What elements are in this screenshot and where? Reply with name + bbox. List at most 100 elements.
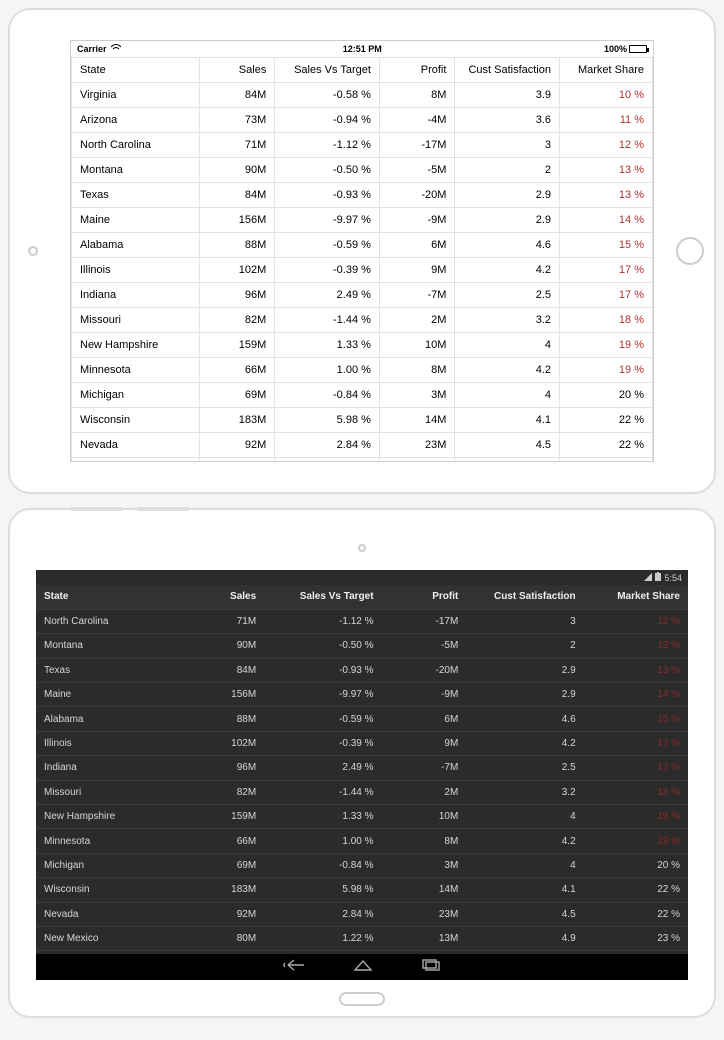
android-camera [358, 544, 366, 552]
col-header-sales[interactable]: Sales [199, 58, 275, 83]
table-row[interactable]: North Carolina71M-1.12 %-17M312 % [72, 133, 653, 158]
cell-market-share: 17 % [560, 258, 653, 283]
table-row[interactable]: Alabama88M-0.59 %6M4.615 % [72, 233, 653, 258]
table-row[interactable]: Minnesota66M1.00 %8M4.219 % [36, 829, 688, 853]
cell-cust-satisfaction: 4.5 [455, 433, 560, 458]
table-row[interactable]: New Hampshire159M1.33 %10M419 % [36, 805, 688, 829]
table-row[interactable]: Texas84M-0.93 %-20M2.913 % [36, 658, 688, 682]
cell-sales-vs-target: -0.93 % [275, 183, 380, 208]
col-header-state[interactable]: State [36, 585, 179, 609]
cell-market-share: 12 % [560, 133, 653, 158]
ipad-device-frame: Carrier 12:51 PM 100% State [8, 8, 716, 494]
col-header-profit[interactable]: Profit [382, 585, 467, 609]
col-header-market-share[interactable]: ↑ Market Share [584, 585, 688, 609]
cell-profit: 23M [379, 433, 455, 458]
table-row[interactable]: Texas84M-0.93 %-20M2.913 % [72, 183, 653, 208]
table-row[interactable]: Maine156M-9.97 %-9M2.914 % [36, 683, 688, 707]
table-row[interactable]: New Mexico80M1.22 %13M4.923 % [72, 458, 653, 463]
ipad-home-button[interactable] [676, 237, 704, 265]
table-row[interactable]: Montana90M-0.50 %-5M213 % [72, 158, 653, 183]
cell-market-share: 20 % [584, 853, 688, 877]
android-home-button[interactable] [339, 992, 385, 1006]
col-header-sales-vs-target[interactable]: Sales Vs Target [275, 58, 380, 83]
cell-profit: 10M [379, 333, 455, 358]
cell-profit: 8M [379, 358, 455, 383]
cell-market-share: 13 % [560, 158, 653, 183]
cell-state: Nevada [72, 433, 200, 458]
col-header-market-share[interactable]: ↑ Market Share [560, 58, 653, 83]
battery-icon [655, 572, 661, 583]
cell-market-share: 22 % [584, 878, 688, 902]
col-header-sales[interactable]: Sales [179, 585, 264, 609]
cell-sales: 183M [179, 878, 264, 902]
table-row[interactable]: Virginia84M-0.58 %8M3.910 % [72, 83, 653, 108]
table-row[interactable]: Illinois102M-0.39 %9M4.217 % [72, 258, 653, 283]
cell-profit: 23M [382, 902, 467, 926]
table-row[interactable]: Michigan69M-0.84 %3M420 % [72, 383, 653, 408]
cell-profit: 10M [382, 805, 467, 829]
cell-sales-vs-target: -9.97 % [275, 208, 380, 233]
cell-cust-satisfaction: 4.1 [455, 408, 560, 433]
table-header-row: State Sales Sales Vs Target Profit Cust … [36, 585, 688, 609]
cell-market-share: 20 % [560, 383, 653, 408]
table-row[interactable]: Maine156M-9.97 %-9M2.914 % [72, 208, 653, 233]
table-row[interactable]: Nevada92M2.84 %23M4.522 % [36, 902, 688, 926]
cell-state: Michigan [36, 853, 179, 877]
back-icon[interactable] [283, 958, 305, 976]
cell-market-share: 13 % [584, 634, 688, 658]
table-row[interactable]: Michigan69M-0.84 %3M420 % [36, 853, 688, 877]
cell-market-share: 13 % [560, 183, 653, 208]
cell-state: New Hampshire [72, 333, 200, 358]
table-row[interactable]: Arizona73M-0.94 %-4M3.611 % [72, 108, 653, 133]
cell-state: Indiana [72, 283, 200, 308]
cell-profit: -9M [382, 683, 467, 707]
table-row[interactable]: New Mexico80M1.22 %13M4.923 % [36, 926, 688, 950]
col-header-profit[interactable]: Profit [379, 58, 455, 83]
cell-sales-vs-target: -1.44 % [264, 780, 381, 804]
cell-cust-satisfaction: 4.9 [466, 926, 583, 950]
cell-market-share: 18 % [560, 308, 653, 333]
cell-sales-vs-target: -0.39 % [275, 258, 380, 283]
cell-sales: 82M [199, 308, 275, 333]
cell-market-share: 22 % [584, 902, 688, 926]
cell-sales: 71M [179, 609, 264, 633]
home-icon[interactable] [353, 958, 373, 976]
cell-sales: 84M [179, 658, 264, 682]
cell-profit: 14M [379, 408, 455, 433]
ipad-screen: Carrier 12:51 PM 100% State [70, 40, 654, 462]
cell-profit: -7M [382, 756, 467, 780]
cell-state: Missouri [36, 780, 179, 804]
ipad-camera [28, 246, 38, 256]
cell-cust-satisfaction: 4.6 [455, 233, 560, 258]
cell-market-share: 22 % [560, 433, 653, 458]
col-header-state[interactable]: State [72, 58, 200, 83]
table-row[interactable]: Missouri82M-1.44 %2M3.218 % [36, 780, 688, 804]
col-header-sales-vs-target[interactable]: Sales Vs Target [264, 585, 381, 609]
table-row[interactable]: Alabama88M-0.59 %6M4.615 % [36, 707, 688, 731]
table-row[interactable]: Illinois102M-0.39 %9M4.217 % [36, 731, 688, 755]
col-header-cust-satisfaction[interactable]: Cust Satisfaction [466, 585, 583, 609]
cell-cust-satisfaction: 4 [455, 383, 560, 408]
table-row[interactable]: Missouri82M-1.44 %2M3.218 % [72, 308, 653, 333]
cell-state: Minnesota [72, 358, 200, 383]
cell-cust-satisfaction: 4 [466, 805, 583, 829]
table-row[interactable]: Wisconsin183M5.98 %14M4.122 % [72, 408, 653, 433]
cell-state: Montana [72, 158, 200, 183]
cell-cust-satisfaction: 4.2 [455, 258, 560, 283]
android-data-table: State Sales Sales Vs Target Profit Cust … [36, 585, 688, 954]
col-header-cust-satisfaction[interactable]: Cust Satisfaction [455, 58, 560, 83]
table-row[interactable]: North Carolina71M-1.12 %-17M312 % [36, 609, 688, 633]
cell-sales: 69M [199, 383, 275, 408]
table-row[interactable]: Wisconsin183M5.98 %14M4.122 % [36, 878, 688, 902]
cell-sales-vs-target: 1.22 % [275, 458, 380, 463]
cell-market-share: 23 % [560, 458, 653, 463]
table-row[interactable]: Nevada92M2.84 %23M4.522 % [72, 433, 653, 458]
table-row[interactable]: New Hampshire159M1.33 %10M419 % [72, 333, 653, 358]
table-row[interactable]: Indiana96M2.49 %-7M2.517 % [72, 283, 653, 308]
table-row[interactable]: Montana90M-0.50 %-5M213 % [36, 634, 688, 658]
cell-sales-vs-target: -0.94 % [275, 108, 380, 133]
recent-apps-icon[interactable] [421, 958, 441, 976]
cell-market-share: 19 % [560, 333, 653, 358]
table-row[interactable]: Minnesota66M1.00 %8M4.219 % [72, 358, 653, 383]
table-row[interactable]: Indiana96M2.49 %-7M2.517 % [36, 756, 688, 780]
